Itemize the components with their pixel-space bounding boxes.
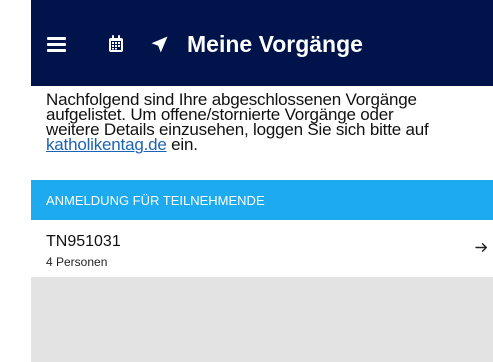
intro-panel: Nachfolgend sind Ihre abgeschlossenen Vo… — [31, 86, 493, 180]
screen: Meine Vorgänge Nachfolgend sind Ihre abg… — [0, 0, 493, 362]
navigation-arrow-icon[interactable] — [150, 35, 169, 54]
order-id: TN951031 — [46, 233, 121, 250]
app-bar: Meine Vorgänge — [31, 0, 493, 86]
order-persons: 4 Personen — [46, 255, 108, 269]
intro-line-4: katholikentag.de ein. — [46, 135, 490, 154]
section-header: ANMELDUNG FÜR TEILNEHMENDE — [31, 180, 493, 220]
intro-line-end: ein. — [166, 135, 198, 154]
left-margin — [0, 0, 31, 362]
app-screen: Meine Vorgänge Nachfolgend sind Ihre abg… — [31, 0, 493, 362]
katholikentag-link[interactable]: katholikentag.de — [46, 135, 167, 154]
menu-icon[interactable] — [47, 37, 66, 52]
intro-text: Nachfolgend sind Ihre abgeschlossenen Vo… — [46, 91, 490, 154]
empty-list-area — [31, 277, 493, 362]
order-row[interactable]: TN951031 4 Personen — [31, 220, 493, 277]
section-header-label: ANMELDUNG FÜR TEILNEHMENDE — [46, 193, 265, 208]
page-title: Meine Vorgänge — [187, 31, 363, 57]
arrow-right-icon[interactable] — [475, 241, 488, 254]
calendar-icon[interactable] — [108, 35, 124, 53]
